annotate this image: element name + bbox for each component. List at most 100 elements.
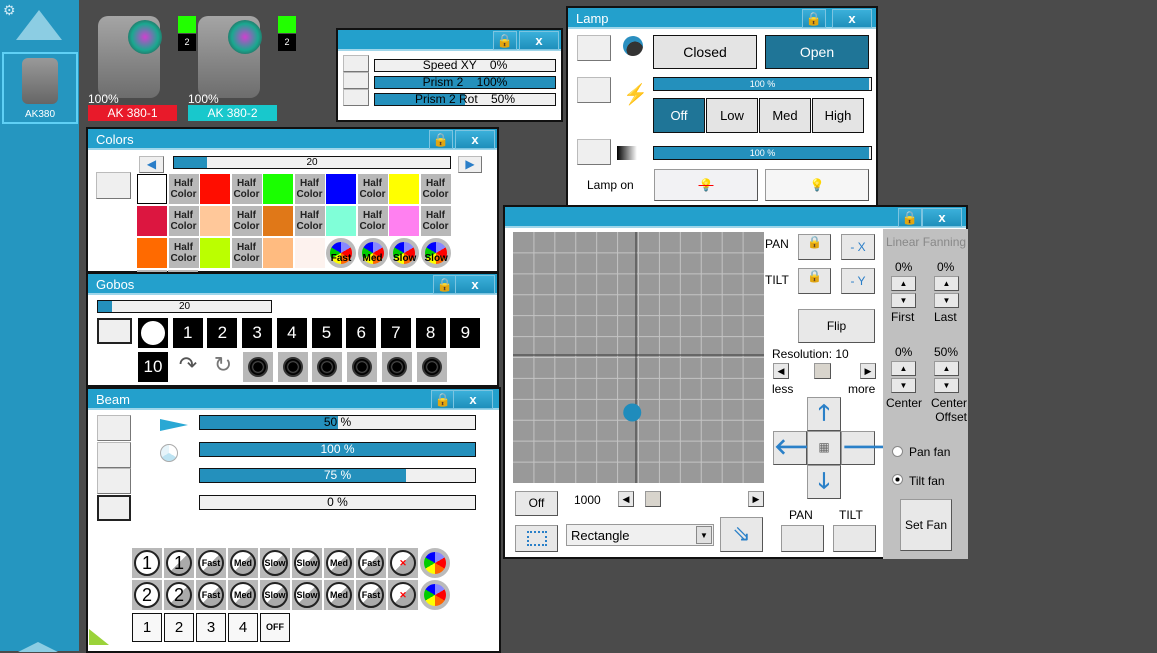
flip-button[interactable]: Flip <box>798 309 875 343</box>
half-color-button[interactable]: Half Color <box>420 206 451 236</box>
color-swatch[interactable] <box>137 174 167 204</box>
gobo-select-button[interactable] <box>97 318 132 344</box>
strobe-bar[interactable]: 100 % <box>653 77 872 91</box>
color-swatch[interactable] <box>389 206 419 236</box>
effect-select-button[interactable] <box>343 89 369 106</box>
lamp-mode-off[interactable]: Off <box>653 98 705 133</box>
gobo-open[interactable] <box>138 318 168 348</box>
color-wheel-button[interactable] <box>420 548 450 578</box>
prism-4-button[interactable]: 4 <box>228 613 258 642</box>
pan-fan-radio[interactable] <box>892 446 903 457</box>
color-wheel-slow-button[interactable]: Slow <box>389 238 419 268</box>
arrow-down-button[interactable]: 🡓 <box>807 465 841 499</box>
lock-icon[interactable]: 🔒 <box>433 275 457 294</box>
prism-rotate-button[interactable]: 2 <box>164 580 194 610</box>
gobo-6[interactable]: 6 <box>346 318 377 348</box>
tilt-fan-radio[interactable] <box>892 474 903 485</box>
prism-rotate-button[interactable]: ✕ <box>388 580 418 610</box>
color-swatch[interactable] <box>326 206 356 236</box>
effect-bar[interactable]: Speed XY 0% <box>374 59 556 72</box>
tilt-lock-button[interactable]: 🔒 <box>798 268 831 294</box>
arrow-up-button[interactable]: 🡑 <box>807 397 841 431</box>
half-color-button[interactable]: Half Color <box>420 174 451 204</box>
close-button[interactable]: x <box>455 130 495 149</box>
color-wheel-fast-button[interactable]: Fast <box>326 238 356 268</box>
shutter-select-button[interactable] <box>577 35 611 61</box>
half-color-button[interactable]: Half Color <box>231 206 262 236</box>
last-up-button[interactable]: ▲ <box>934 276 959 291</box>
gobo-rotate-button[interactable] <box>243 352 273 382</box>
color-swatch[interactable] <box>263 206 293 236</box>
gobo-7[interactable]: 7 <box>380 318 411 348</box>
rotate-cw-icon[interactable]: ↷ <box>173 352 203 382</box>
prism-rotate-button[interactable]: Slow <box>260 580 290 610</box>
beam-select-button[interactable] <box>97 494 131 521</box>
color-wheel-med-button[interactable]: Med <box>357 238 388 268</box>
position-dot[interactable] <box>623 403 642 422</box>
scroll-left-button[interactable]: ◀ <box>139 156 164 173</box>
strobe-select-button[interactable] <box>577 77 611 103</box>
gobo-scroll-bar[interactable]: 20 <box>97 300 272 313</box>
beam-select-button[interactable] <box>97 468 131 494</box>
set-fan-button[interactable]: Set Fan <box>900 499 952 551</box>
lamp-mode-high[interactable]: High <box>812 98 864 133</box>
lock-icon[interactable]: 🔒 <box>898 208 922 227</box>
prism-rotate-button[interactable]: 2 <box>132 580 162 610</box>
prism-1-button[interactable]: 1 <box>132 613 162 642</box>
tilt-button[interactable] <box>833 525 876 552</box>
dimmer-bar[interactable]: 100 % <box>653 146 872 160</box>
prism-rotate-button[interactable]: 1 <box>132 548 162 578</box>
prism-2-button[interactable]: 2 <box>164 613 194 642</box>
color-select-button[interactable] <box>96 172 131 199</box>
resolution-less-button[interactable]: ◀ <box>773 363 789 379</box>
beam-bar[interactable]: 50 % <box>199 415 476 430</box>
invert-y-button[interactable]: - Y <box>841 268 875 294</box>
prism-rotate-button[interactable]: Fast <box>196 580 226 610</box>
half-color-button[interactable]: Half Color <box>168 206 199 236</box>
center-down-button[interactable]: ▼ <box>891 378 916 393</box>
closed-button[interactable]: Closed <box>653 35 757 69</box>
gobo-1[interactable]: 1 <box>172 318 203 348</box>
beam-select-button[interactable] <box>97 415 131 441</box>
gobo-5[interactable]: 5 <box>311 318 342 348</box>
gobo-9[interactable]: 9 <box>450 318 481 348</box>
prism-rotate-button[interactable]: Med <box>228 548 258 578</box>
effect-bar[interactable]: Prism 2 100% <box>374 76 556 89</box>
direction-button[interactable]: ⇘ <box>720 517 763 552</box>
half-color-button[interactable]: Half Color <box>294 174 325 204</box>
half-color-button[interactable]: Half Color <box>357 174 388 204</box>
close-button[interactable]: x <box>455 275 495 294</box>
color-swatch[interactable] <box>137 238 167 268</box>
shape-select-button[interactable] <box>515 525 558 552</box>
lamp-mode-low[interactable]: Low <box>706 98 758 133</box>
first-up-button[interactable]: ▲ <box>891 276 916 291</box>
speed-less-button[interactable]: ◀ <box>618 491 634 507</box>
half-color-button[interactable]: Half Color <box>231 238 262 268</box>
gobo-4[interactable]: 4 <box>276 318 307 348</box>
open-button[interactable]: Open <box>765 35 869 69</box>
half-color-button[interactable]: Half Color <box>231 174 262 204</box>
close-button[interactable]: x <box>519 31 559 50</box>
first-down-button[interactable]: ▼ <box>891 293 916 308</box>
half-color-button[interactable]: Half Color <box>294 206 325 236</box>
prism-rotate-button[interactable]: Slow <box>260 548 290 578</box>
arrow-right-button[interactable]: 🡒 <box>841 431 901 465</box>
prism-rotate-button[interactable]: Slow <box>292 548 322 578</box>
scroll-right-button[interactable]: ▶ <box>458 156 482 173</box>
color-scroll-bar[interactable]: 20 <box>173 156 451 169</box>
fixture-card[interactable]: 2 100% AK 380-1 <box>88 12 198 122</box>
beam-bar[interactable]: 75 % <box>199 468 476 483</box>
color-swatch[interactable] <box>294 238 325 268</box>
prism-rotate-button[interactable]: Med <box>324 580 354 610</box>
fixture-tile-selected[interactable]: AK380 <box>2 52 78 124</box>
gobo-rotate-button[interactable] <box>312 352 343 382</box>
color-wheel-button[interactable] <box>420 580 450 610</box>
prism-rotate-button[interactable]: Med <box>324 548 354 578</box>
half-color-button[interactable]: Half Color <box>357 206 388 236</box>
color-swatch[interactable] <box>389 174 419 204</box>
arrow-left-button[interactable]: 🡐 <box>773 431 833 465</box>
invert-x-button[interactable]: - X <box>841 234 875 260</box>
dimmer-select-button[interactable] <box>577 139 611 165</box>
gobo-2[interactable]: 2 <box>207 318 238 348</box>
color-swatch[interactable] <box>200 238 230 268</box>
